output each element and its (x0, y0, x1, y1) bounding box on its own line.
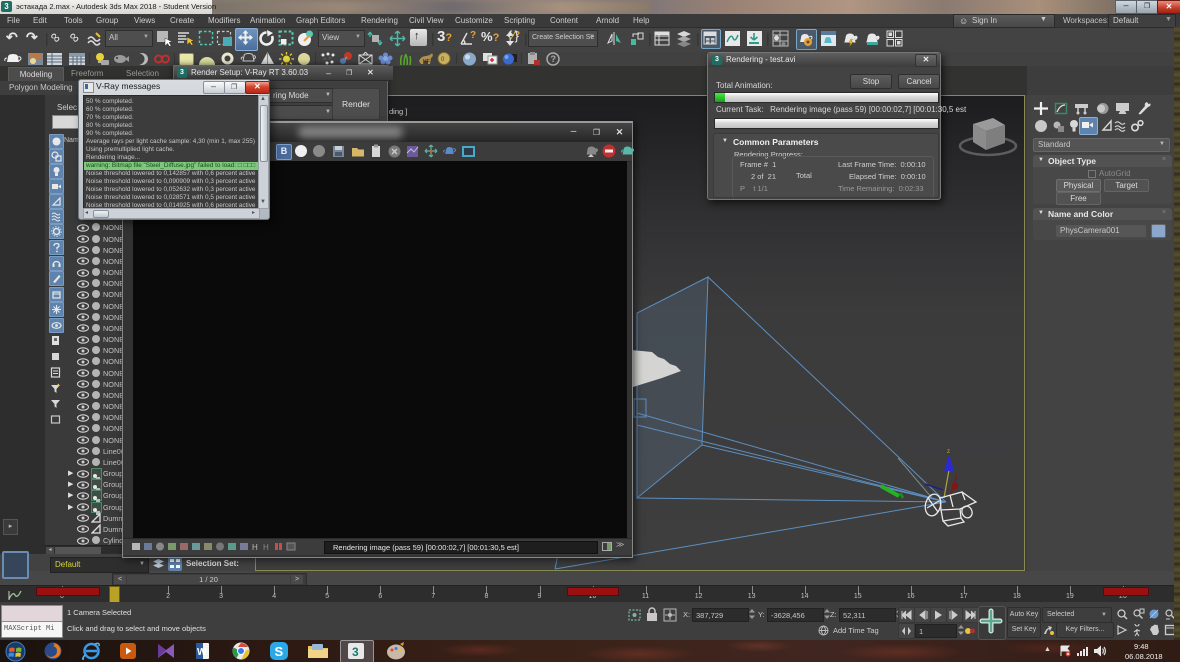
svg-text:H: H (252, 543, 258, 552)
svg-text:3: 3 (352, 645, 359, 659)
svg-text:z: z (947, 449, 950, 455)
svg-text:W: W (197, 647, 207, 658)
svg-text:?: ? (470, 30, 476, 41)
svg-text:H: H (263, 543, 269, 552)
svg-text:HF: HF (423, 59, 430, 65)
svg-text:?: ? (551, 54, 557, 64)
svg-text:S: S (275, 644, 284, 659)
